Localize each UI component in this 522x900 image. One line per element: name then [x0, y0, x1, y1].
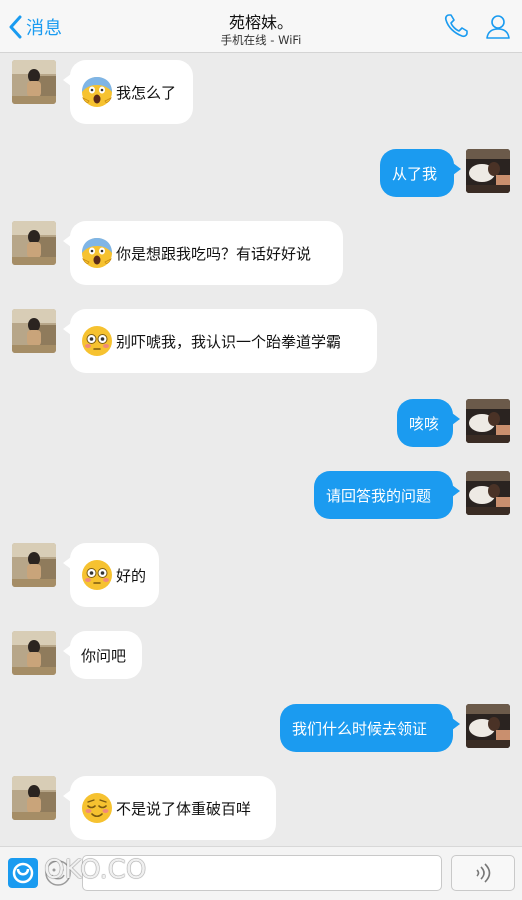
scream-face-icon — [82, 77, 112, 107]
avatar[interactable] — [466, 399, 510, 443]
message-bubble[interactable]: 从了我 — [380, 149, 461, 197]
avatar[interactable] — [466, 471, 510, 515]
message-bubble[interactable]: 你问吧 — [63, 631, 142, 679]
message-bubble[interactable]: 你是想跟我吃吗？有话好好说 — [63, 221, 343, 285]
message-bubble[interactable]: 咳咳 — [397, 399, 460, 447]
message-text: 我怎么了 — [116, 83, 177, 102]
avatar[interactable] — [12, 309, 56, 353]
avatar[interactable] — [12, 60, 56, 104]
avatar[interactable] — [466, 149, 510, 193]
avatar[interactable] — [12, 221, 56, 265]
message-bubble[interactable]: 别吓唬我，我认识一个跆拳道学霸 — [63, 309, 377, 373]
voice-icon — [476, 863, 491, 883]
message-bubble[interactable]: 好的 — [63, 543, 159, 607]
message-text: 不是说了体重破百咩 — [116, 799, 252, 818]
voice-button[interactable] — [451, 855, 515, 891]
scream-face-icon — [82, 238, 112, 268]
input-bar: OKO.CO — [0, 846, 522, 900]
avatar[interactable] — [466, 704, 510, 748]
message-text: 从了我 — [392, 164, 438, 183]
message-bubble[interactable]: 我们什么时候去领证 — [280, 704, 460, 752]
flushed-face-icon — [82, 560, 112, 590]
contact-icon[interactable] — [484, 12, 512, 40]
avatar[interactable] — [12, 776, 56, 820]
message-text: 请回答我的问题 — [326, 486, 432, 505]
keyboard-toggle-icon[interactable] — [6, 856, 40, 890]
message-text: 好的 — [116, 566, 147, 585]
message-text: 你问吧 — [81, 646, 127, 665]
phone-icon[interactable] — [442, 12, 470, 40]
message-text: 咳咳 — [409, 414, 440, 433]
avatar[interactable] — [12, 543, 56, 587]
message-text: 你是想跟我吃吗？有话好好说 — [116, 244, 312, 263]
message-bubble[interactable]: 不是说了体重破百咩 — [63, 776, 276, 840]
relieved-face-icon — [82, 793, 112, 823]
message-text: 别吓唬我，我认识一个跆拳道学霸 — [116, 332, 342, 351]
nav-bar: 消息 苑榕妹。 手机在线 - WiFi — [0, 0, 522, 53]
flushed-face-icon — [82, 326, 112, 356]
message-bubble[interactable]: 我怎么了 — [63, 60, 193, 124]
message-text: 我们什么时候去领证 — [292, 719, 428, 738]
message-bubble[interactable]: 请回答我的问题 — [314, 471, 460, 519]
watermark: OKO.CO — [44, 855, 147, 885]
avatar[interactable] — [12, 631, 56, 675]
